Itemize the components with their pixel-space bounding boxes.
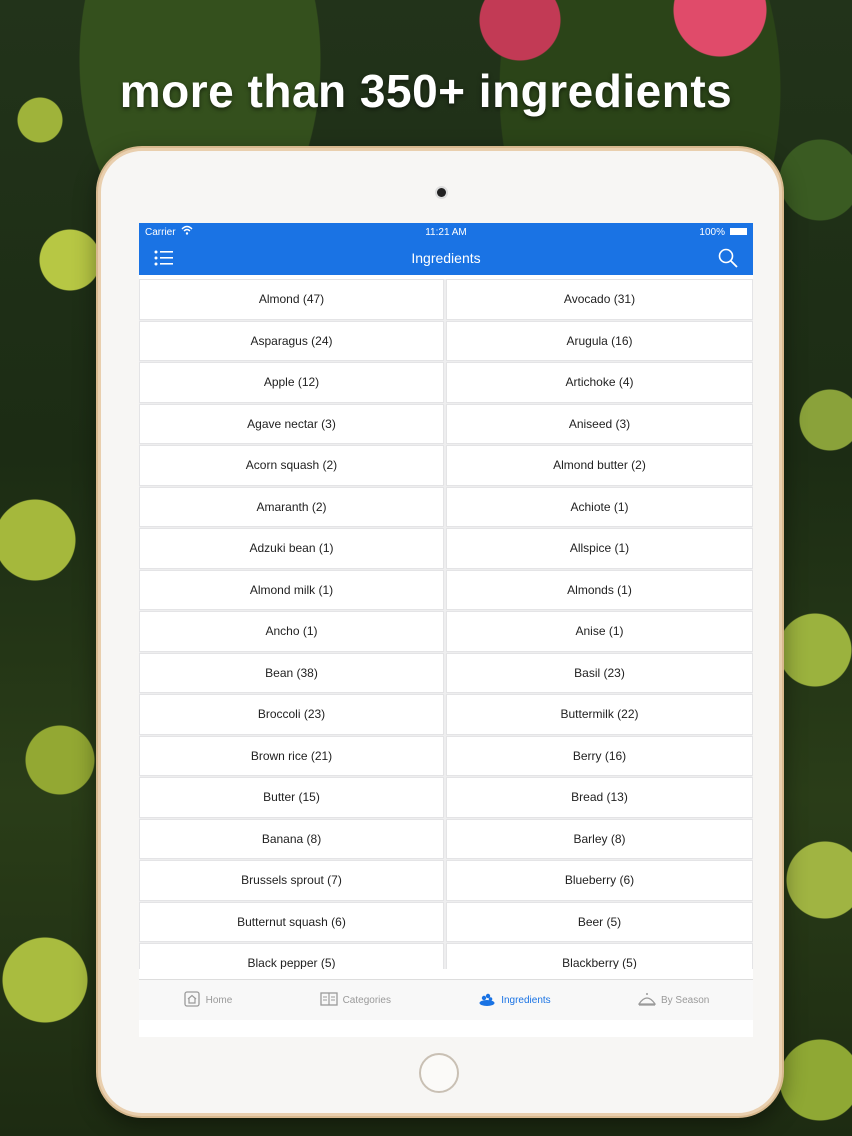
tab-home-label: Home — [205, 994, 233, 1006]
ingredient-cell[interactable]: Allspice (1) — [446, 528, 753, 569]
ingredient-row: Almond milk (1) Almonds (1) — [139, 569, 753, 610]
ingredient-row: Ancho (1) Anise (1) — [139, 611, 753, 652]
ingredient-row: Asparagus (24) Arugula (16) — [139, 320, 753, 361]
season-icon — [637, 990, 657, 1011]
ingredient-cell[interactable]: Banana (8) — [139, 818, 444, 859]
ingredient-row: Brown rice (21) Berry (16) — [139, 735, 753, 776]
ingredient-cell[interactable]: Bean (38) — [139, 652, 444, 693]
ingredient-grid: Almond (47) Avocado (31) Asparagus (24) Aru… — [139, 279, 753, 969]
home-button[interactable] — [419, 1053, 459, 1093]
ingredient-cell[interactable]: Ancho (1) — [139, 611, 444, 652]
ingredient-cell[interactable]: Butter (15) — [139, 777, 444, 818]
tab-ingredients[interactable]: Ingredients — [468, 990, 560, 1011]
ingredient-cell[interactable]: Broccoli (23) — [139, 694, 444, 735]
categories-icon — [319, 990, 338, 1011]
page-title: Ingredients — [411, 250, 481, 266]
ingredient-cell[interactable]: Acorn squash (2) — [139, 445, 444, 486]
ingredient-cell[interactable]: Beer (5) — [446, 901, 753, 942]
camera-dot — [437, 188, 446, 197]
ingredient-cell[interactable]: Black pepper (5) — [139, 943, 444, 969]
promo-headline: more than 350+ ingredients — [119, 65, 733, 117]
ingredient-row: Adzuki bean (1) Allspice (1) — [139, 528, 753, 569]
ingredient-cell[interactable]: Almond milk (1) — [139, 569, 444, 610]
tab-by-season[interactable]: By Season — [628, 990, 719, 1011]
ingredient-cell[interactable]: Brown rice (21) — [139, 735, 444, 776]
clock: 11:21 AM — [425, 227, 467, 238]
ingredient-cell[interactable]: Blueberry (6) — [446, 860, 753, 901]
ingredient-cell[interactable]: Arugula (16) — [446, 320, 753, 361]
ingredient-cell[interactable]: Basil (23) — [446, 652, 753, 693]
ingredient-cell[interactable]: Adzuki bean (1) — [139, 528, 444, 569]
ingredient-cell[interactable]: Artichoke (4) — [446, 362, 753, 403]
tab-ingredients-label: Ingredients — [501, 994, 551, 1006]
ingredient-cell[interactable]: Butternut squash (6) — [139, 901, 444, 942]
ingredient-cell[interactable]: Berry (16) — [446, 735, 753, 776]
ipad-frame: Carrier 11:21 AM 100% Ingredients Almond… — [98, 148, 782, 1116]
ingredient-cell[interactable]: Apple (12) — [139, 362, 444, 403]
ingredients-icon — [478, 990, 496, 1011]
ingredient-cell[interactable]: Almonds (1) — [446, 569, 753, 610]
ingredient-row: Butternut squash (6) Beer (5) — [139, 901, 753, 942]
ingredient-cell[interactable]: Agave nectar (3) — [139, 403, 444, 444]
ingredient-row: Agave nectar (3) Aniseed (3) — [139, 403, 753, 444]
ingredient-row: Black pepper (5) Blackberry (5) — [139, 943, 753, 969]
ingredient-cell[interactable]: Brussels sprout (7) — [139, 860, 444, 901]
ingredient-cell[interactable]: Almond butter (2) — [446, 445, 753, 486]
tab-categories[interactable]: Categories — [310, 990, 401, 1011]
tab-home[interactable]: Home — [173, 990, 243, 1011]
ingredient-cell[interactable]: Avocado (31) — [446, 279, 753, 320]
ingredient-row: Apple (12) Artichoke (4) — [139, 362, 753, 403]
battery-percent: 100% — [699, 227, 725, 238]
tab-categories-label: Categories — [342, 994, 391, 1006]
ingredient-cell[interactable]: Aniseed (3) — [446, 403, 753, 444]
ingredient-cell[interactable]: Amaranth (2) — [139, 486, 444, 527]
ingredient-cell[interactable]: Bread (13) — [446, 777, 753, 818]
nav-bar: Ingredients — [139, 241, 753, 275]
ingredient-row: Almond (47) Avocado (31) — [139, 279, 753, 320]
battery-icon — [730, 228, 747, 235]
home-icon — [183, 990, 201, 1011]
ingredient-cell[interactable]: Asparagus (24) — [139, 320, 444, 361]
app-screen: Carrier 11:21 AM 100% Ingredients Almond… — [139, 223, 753, 1037]
tab-by-season-label: By Season — [660, 994, 710, 1006]
ingredient-cell[interactable]: Buttermilk (22) — [446, 694, 753, 735]
ingredient-cell[interactable]: Almond (47) — [139, 279, 444, 320]
ingredient-cell[interactable]: Barley (8) — [446, 818, 753, 859]
ingredient-cell[interactable]: Blackberry (5) — [446, 943, 753, 969]
ingredient-row: Acorn squash (2) Almond butter (2) — [139, 445, 753, 486]
ingredient-cell[interactable]: Anise (1) — [446, 611, 753, 652]
ingredient-cell[interactable]: Achiote (1) — [446, 486, 753, 527]
ingredient-row: Brussels sprout (7) Blueberry (6) — [139, 860, 753, 901]
ingredient-row: Bean (38) Basil (23) — [139, 652, 753, 693]
ingredient-row: Butter (15) Bread (13) — [139, 777, 753, 818]
search-icon[interactable] — [717, 247, 739, 269]
ingredient-row: Banana (8) Barley (8) — [139, 818, 753, 859]
ingredient-row: Broccoli (23) Buttermilk (22) — [139, 694, 753, 735]
ingredient-row: Amaranth (2) Achiote (1) — [139, 486, 753, 527]
status-bar: Carrier 11:21 AM 100% — [139, 223, 753, 241]
tab-bar: Home Categories Ingredients By Season — [139, 979, 753, 1020]
